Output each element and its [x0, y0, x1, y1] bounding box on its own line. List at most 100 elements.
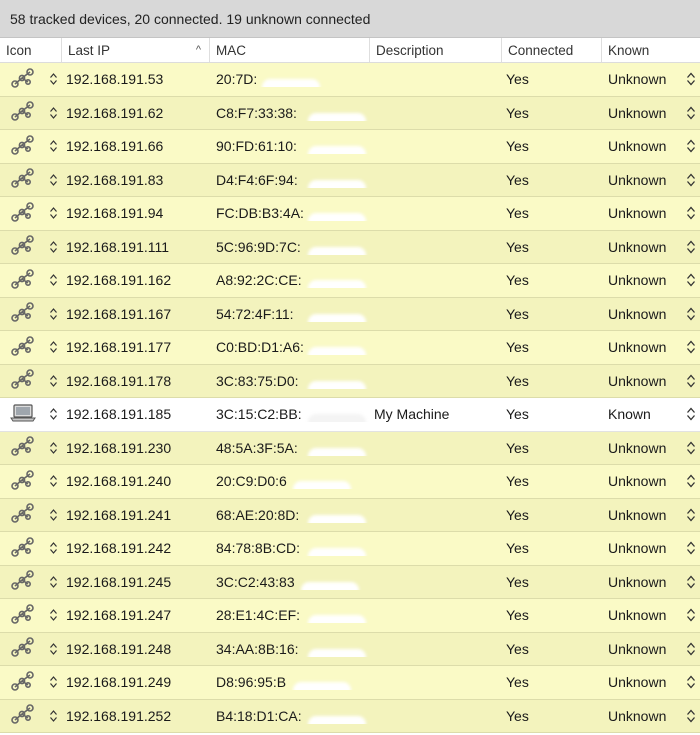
known-stepper-icon[interactable]: [682, 473, 700, 489]
redaction-mark: [308, 548, 367, 557]
known-stepper-icon[interactable]: [682, 205, 700, 221]
last-ip-cell: 192.168.191.248: [66, 640, 172, 657]
column-header-known[interactable]: Known: [602, 38, 700, 62]
table-row[interactable]: 192.168.191.111 5C:96:9D:7C: Yes Unknown: [0, 230, 700, 264]
mac-cell: 28:E1:4C:EF:: [210, 607, 370, 624]
column-header-label: Known: [608, 43, 650, 58]
known-stepper-icon[interactable]: [682, 641, 700, 657]
up-down-stepper-icon[interactable]: [45, 139, 62, 153]
table-row[interactable]: 192.168.191.62 C8:F7:33:38: Yes Unknown: [0, 96, 700, 130]
known-stepper-icon[interactable]: [682, 138, 700, 154]
known-stepper-icon[interactable]: [682, 272, 700, 288]
up-down-stepper-icon[interactable]: [45, 575, 62, 589]
known-stepper-icon[interactable]: [682, 339, 700, 355]
known-stepper-icon[interactable]: [682, 540, 700, 556]
device-type-cell: [0, 134, 45, 159]
column-header-last-ip[interactable]: Last IP ^: [62, 38, 210, 62]
network-nodes-icon: [10, 569, 35, 594]
redaction-mark: [308, 347, 367, 356]
up-down-stepper-icon[interactable]: [45, 709, 62, 723]
mac-cell: 3C:C2:43:83: [210, 574, 370, 590]
mac-text: C8:F7:33:38:: [216, 104, 297, 121]
up-down-stepper-icon[interactable]: [45, 474, 62, 488]
known-stepper-icon[interactable]: [682, 239, 700, 255]
table-row[interactable]: 192.168.191.252 B4:18:D1:CA: Yes Unknown: [0, 699, 700, 733]
known-stepper-icon[interactable]: [682, 373, 700, 389]
table-row[interactable]: 192.168.191.66 90:FD:61:10: Yes Unknown: [0, 130, 700, 164]
table-row[interactable]: 192.168.191.247 28:E1:4C:EF: Yes Unknown: [0, 599, 700, 633]
up-down-stepper-icon[interactable]: [45, 374, 62, 388]
known-stepper-icon[interactable]: [682, 306, 700, 322]
column-header-mac[interactable]: MAC: [210, 38, 370, 62]
up-down-stepper-icon[interactable]: [45, 240, 62, 254]
up-down-stepper-icon[interactable]: [45, 441, 62, 455]
up-down-stepper-icon[interactable]: [45, 106, 62, 120]
up-down-stepper-icon[interactable]: [45, 508, 62, 522]
table-row[interactable]: 192.168.191.241 68:AE:20:8D: Yes Unknown: [0, 498, 700, 532]
last-ip-cell: 192.168.191.240: [66, 473, 172, 490]
mac-text: 3C:C2:43:83: [216, 573, 295, 590]
mac-cell: FC:DB:B3:4A:: [210, 205, 370, 222]
redaction-mark: [308, 447, 367, 456]
mac-text: 3C:15:C2:BB:: [216, 406, 302, 423]
mac-text: B4:18:D1:CA:: [216, 707, 302, 724]
up-down-stepper-icon[interactable]: [45, 541, 62, 555]
up-down-stepper-icon[interactable]: [45, 206, 62, 220]
table-row[interactable]: 192.168.191.177 C0:BD:D1:A6: Yes Unknown: [0, 331, 700, 365]
last-ip-cell: 192.168.191.245: [66, 573, 172, 590]
known-stepper-icon[interactable]: [682, 172, 700, 188]
device-type-cell: [0, 703, 45, 728]
known-stepper-icon[interactable]: [682, 708, 700, 724]
known-stepper-icon[interactable]: [682, 406, 700, 422]
network-nodes-icon: [10, 536, 35, 561]
table-row[interactable]: 192.168.191.178 3C:83:75:D0: Yes Unknown: [0, 364, 700, 398]
description-cell[interactable]: My Machine: [370, 406, 502, 422]
table-row[interactable]: 192.168.191.185 3C:15:C2:BB: My Machine …: [0, 398, 700, 432]
known-stepper-icon[interactable]: [682, 674, 700, 690]
connected-cell: Yes: [506, 272, 529, 289]
column-header-icon[interactable]: Icon: [0, 38, 62, 62]
device-type-cell: [0, 403, 45, 426]
up-down-stepper-icon[interactable]: [45, 307, 62, 321]
known-cell: Unknown: [608, 506, 667, 523]
up-down-stepper-icon[interactable]: [45, 642, 62, 656]
up-down-stepper-icon[interactable]: [45, 273, 62, 287]
known-cell: Unknown: [608, 473, 667, 490]
table-row[interactable]: 192.168.191.162 A8:92:2C:CE: Yes Unknown: [0, 264, 700, 298]
connected-cell: Yes: [506, 406, 529, 423]
last-ip-cell: 192.168.191.185: [66, 406, 172, 423]
table-row[interactable]: 192.168.191.245 3C:C2:43:83 Yes Unknown: [0, 565, 700, 599]
known-stepper-icon[interactable]: [682, 507, 700, 523]
known-stepper-icon[interactable]: [682, 607, 700, 623]
table-row[interactable]: 192.168.191.230 48:5A:3F:5A: Yes Unknown: [0, 431, 700, 465]
up-down-stepper-icon[interactable]: [45, 608, 62, 622]
connected-cell: Yes: [506, 238, 529, 255]
up-down-stepper-icon[interactable]: [45, 173, 62, 187]
up-down-stepper-icon[interactable]: [45, 407, 62, 421]
table-row[interactable]: 192.168.191.249 D8:96:95:B Yes Unknown: [0, 666, 700, 700]
known-stepper-icon[interactable]: [682, 574, 700, 590]
known-stepper-icon[interactable]: [682, 105, 700, 121]
known-stepper-icon[interactable]: [682, 440, 700, 456]
last-ip-cell: 192.168.191.62: [66, 104, 164, 121]
up-down-stepper-icon[interactable]: [45, 340, 62, 354]
table-row[interactable]: 192.168.191.83 D4:F4:6F:94: Yes Unknown: [0, 163, 700, 197]
mac-cell: D4:F4:6F:94:: [210, 172, 370, 188]
known-cell: Unknown: [608, 71, 667, 88]
connected-cell: Yes: [506, 607, 529, 624]
column-header-connected[interactable]: Connected: [502, 38, 602, 62]
table-row[interactable]: 192.168.191.167 54:72:4F:11: Yes Unknown: [0, 297, 700, 331]
table-row[interactable]: 192.168.191.242 84:78:8B:CD: Yes Unknown: [0, 532, 700, 566]
known-cell: Unknown: [608, 138, 667, 155]
up-down-stepper-icon[interactable]: [45, 675, 62, 689]
network-nodes-icon: [10, 703, 35, 728]
table-row[interactable]: 192.168.191.248 34:AA:8B:16: Yes Unknown: [0, 632, 700, 666]
column-header-description[interactable]: Description: [370, 38, 502, 62]
known-stepper-icon[interactable]: [682, 71, 700, 87]
table-row[interactable]: 192.168.191.240 20:C9:D0:6 Yes Unknown: [0, 465, 700, 499]
mac-cell: C0:BD:D1:A6:: [210, 339, 370, 356]
up-down-stepper-icon[interactable]: [45, 72, 62, 86]
table-row[interactable]: 192.168.191.94 FC:DB:B3:4A: Yes Unknown: [0, 197, 700, 231]
mac-text: 28:E1:4C:EF:: [216, 607, 301, 624]
table-row[interactable]: 192.168.191.53 20:7D: Yes Unknown: [0, 63, 700, 97]
